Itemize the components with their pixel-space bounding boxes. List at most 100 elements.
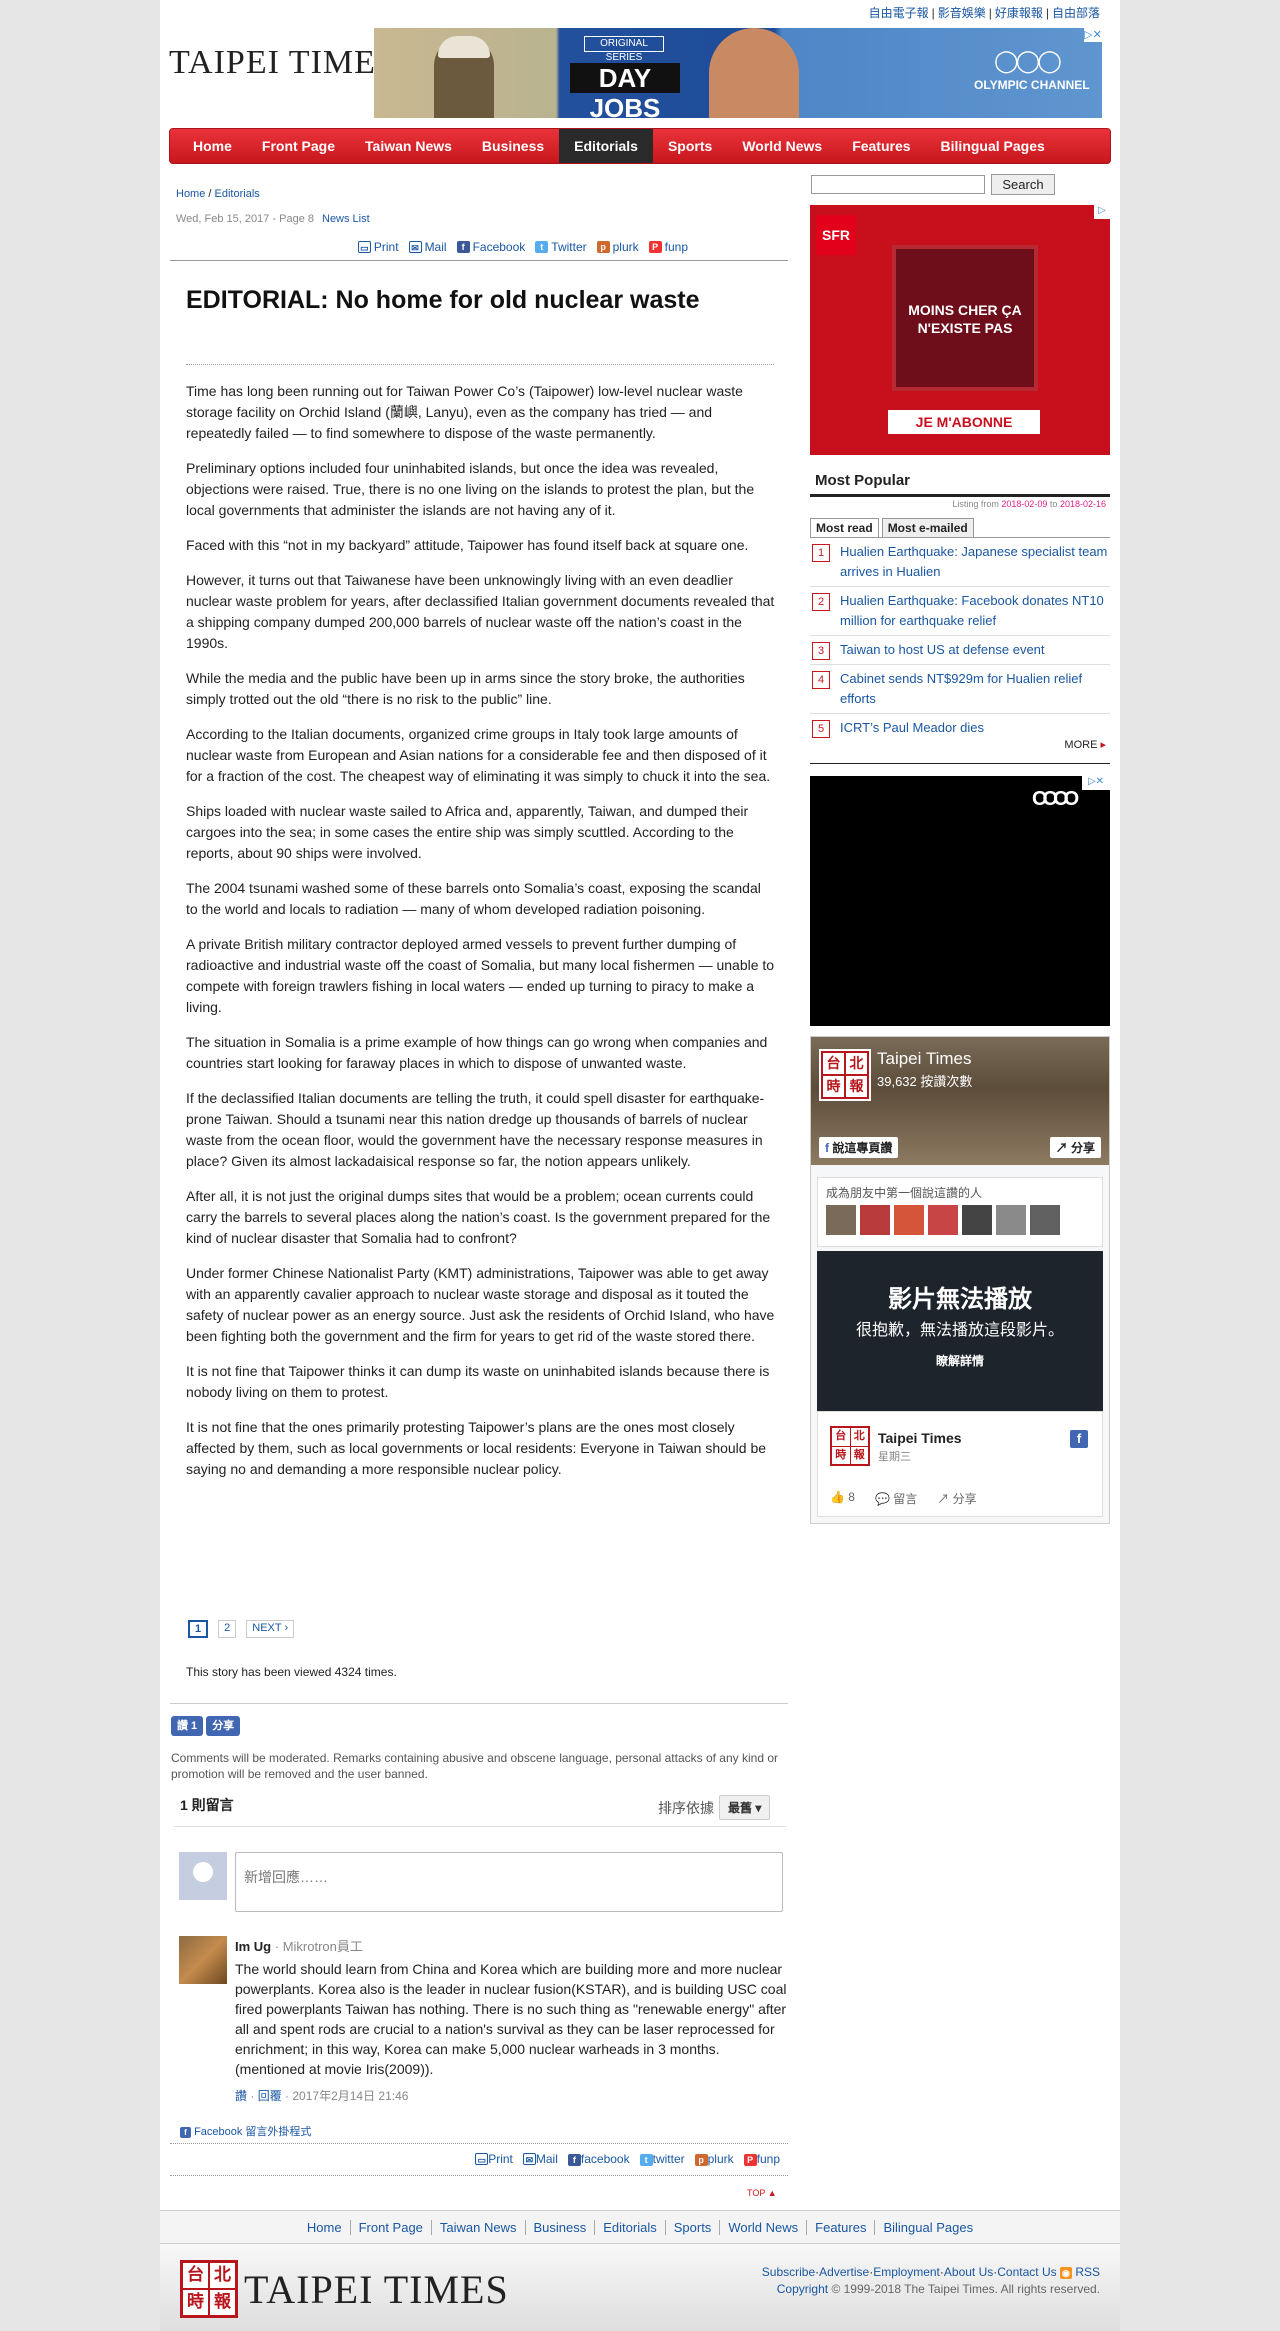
avatar[interactable] [826, 1205, 856, 1235]
fb-video[interactable]: 影片無法播放 很抱歉，無法播放這段影片。 瞭解詳情 [817, 1251, 1103, 1411]
footer-logo[interactable]: 台北時報 TAIPEI TIMES [180, 2260, 509, 2318]
ad-choices-icon[interactable]: ▷✕ [1082, 776, 1110, 790]
footer-bilingual-pages[interactable]: Bilingual Pages [875, 2220, 981, 2235]
back-to-top[interactable]: TOP ▲ [747, 2188, 777, 2198]
footer-editorials[interactable]: Editorials [595, 2219, 666, 2235]
popular-link[interactable]: Taiwan to host US at defense event [840, 640, 1045, 660]
footer-front-page[interactable]: Front Page [351, 2219, 432, 2235]
avatar[interactable] [962, 1205, 992, 1235]
ad-choices-icon[interactable]: ▷ [1094, 205, 1110, 219]
avatar[interactable] [996, 1205, 1026, 1235]
next-page[interactable]: NEXT › [246, 1620, 295, 1638]
footer-taiwan-news[interactable]: Taiwan News [432, 2219, 526, 2235]
page-1[interactable]: 1 [188, 1620, 209, 1638]
rss-link[interactable]: RSS [1075, 2265, 1100, 2279]
fb-plugin-label[interactable]: Facebook 留言外掛程式 [194, 2126, 311, 2138]
facebook-icon[interactable]: f [1070, 1430, 1088, 1448]
subscribe-link[interactable]: Subscribe [762, 2265, 815, 2279]
popular-link[interactable]: Hualien Earthquake: Facebook donates NT1… [840, 591, 1110, 631]
commenter-name[interactable]: Im Ug [235, 1939, 271, 1954]
avatar[interactable] [1030, 1205, 1060, 1235]
facebook-link[interactable]: f facebook [567, 2152, 630, 2166]
fb-page-share-button[interactable]: ↗ 分享 [1049, 1137, 1101, 1158]
video-learn-more[interactable]: 瞭解詳情 [817, 1352, 1103, 1369]
copyright-link[interactable]: Copyright [777, 2282, 828, 2296]
commenter-avatar[interactable] [179, 1936, 227, 1984]
avatar[interactable] [928, 1205, 958, 1235]
audi-ad[interactable]: ▷✕ OOOO [810, 776, 1110, 1026]
plurk-link[interactable]: p plurk [694, 2152, 734, 2166]
fb-post-comment[interactable]: 💬 留言 [875, 1490, 917, 1507]
ad-subscribe-button[interactable]: JE M'ABONNE [888, 410, 1040, 434]
employment-link[interactable]: Employment [873, 2265, 940, 2279]
banner-ad[interactable]: ORIGINAL SERIES DAY JOBS ◯◯◯ OLYMPIC CHA… [374, 28, 1102, 118]
nav-features[interactable]: Features [837, 129, 925, 163]
toplink-deals[interactable]: 好康報報 [995, 6, 1043, 20]
funp-link[interactable]: Pfunp [743, 2152, 780, 2166]
print-link[interactable]: ▭ Print [475, 2152, 513, 2166]
news-list-link[interactable]: News List [322, 213, 370, 225]
funp-link[interactable]: Pfunp [648, 240, 688, 254]
mail-link[interactable]: ✉ Mail [408, 240, 447, 254]
plurk-link[interactable]: p plurk [596, 240, 639, 254]
footer-features[interactable]: Features [807, 2219, 876, 2235]
mail-link[interactable]: ✉ Mail [522, 2152, 558, 2166]
comment-reply-link[interactable]: 回覆 [258, 2089, 282, 2103]
nav-front-page[interactable]: Front Page [247, 129, 350, 163]
fb-post-share[interactable]: ↗ 分享 [937, 1490, 976, 1507]
nav-editorials[interactable]: Editorials [559, 129, 653, 163]
twitter-link[interactable]: t Twitter [535, 240, 587, 254]
fb-share-button[interactable]: 分享 [206, 1716, 241, 1736]
breadcrumb-section[interactable]: Editorials [215, 188, 260, 200]
nav-taiwan-news[interactable]: Taiwan News [350, 129, 467, 163]
fb-cover[interactable]: 台北時報 Taipei Times 39,632 按讚次數 f 說這專頁讚 ↗ … [811, 1037, 1109, 1165]
popular-link[interactable]: Hualien Earthquake: Japanese specialist … [840, 542, 1110, 582]
print-link[interactable]: ▭ Print [357, 240, 399, 254]
tab-most-read[interactable]: Most read [810, 518, 879, 537]
avatar[interactable] [894, 1205, 924, 1235]
avatar[interactable] [860, 1205, 890, 1235]
about-link[interactable]: About Us [944, 2265, 993, 2279]
ad-close-icon[interactable]: ▷✕ [1084, 28, 1102, 42]
footer-sports[interactable]: Sports [666, 2219, 721, 2235]
advertise-link[interactable]: Advertise [819, 2265, 869, 2279]
fb-page-name[interactable]: Taipei Times [877, 1049, 971, 1069]
footer-home[interactable]: Home [299, 2219, 351, 2235]
search-button[interactable]: Search [991, 174, 1055, 195]
fb-like-button[interactable]: 讚 1 [171, 1716, 204, 1736]
tab-most-emailed[interactable]: Most e-mailed [881, 518, 974, 537]
fb-page-like-button[interactable]: f 說這專頁讚 [819, 1137, 899, 1158]
footer-world-news[interactable]: World News [720, 2219, 808, 2235]
sfr-ad[interactable]: SFR MOINS CHER ÇA N'EXISTE PAS JE M'ABON… [810, 205, 1110, 455]
facebook-link[interactable]: f Facebook [456, 240, 525, 254]
share-toolbar-bottom: ▭ Print ✉ Mail f facebook t twitter p plurk P… [475, 2152, 780, 2166]
nav-business[interactable]: Business [467, 129, 559, 163]
contact-link[interactable]: Contact Us [997, 2265, 1056, 2279]
comment-like-link[interactable]: 讚 [235, 2089, 247, 2103]
more-link[interactable]: MORE ▸ [1064, 738, 1106, 751]
toplink-ltn[interactable]: 自由電子報 [869, 6, 929, 20]
nav-bilingual-pages[interactable]: Bilingual Pages [926, 129, 1060, 163]
toplink-video[interactable]: 影音娛樂 [938, 6, 986, 20]
popular-link[interactable]: ICRT’s Paul Meador dies [840, 718, 984, 738]
comment-input[interactable]: 新增回應…… [235, 1852, 783, 1912]
breadcrumb-home[interactable]: Home [176, 188, 205, 200]
site-logo[interactable]: TAIPEI TIMES [169, 44, 396, 82]
taipei-times-seal-icon[interactable]: 台北時報 [830, 1426, 870, 1466]
rss-icon[interactable]: ◉ [1059, 2267, 1072, 2279]
nav-home[interactable]: Home [178, 129, 247, 163]
popular-link[interactable]: Cabinet sends NT$929m for Hualien relief… [840, 669, 1110, 709]
page-2[interactable]: 2 [218, 1620, 237, 1638]
fb-plugin-link[interactable]: f Facebook 留言外掛程式 [180, 2123, 311, 2139]
search-input[interactable] [811, 175, 985, 194]
toplink-blog[interactable]: 自由部落 [1052, 6, 1100, 20]
twitter-link[interactable]: t twitter [639, 2152, 685, 2166]
fb-post-date[interactable]: 星期三 [878, 1448, 911, 1464]
paragraph: Faced with this “not in my backyard” att… [186, 537, 749, 553]
footer-business[interactable]: Business [526, 2219, 596, 2235]
sort-dropdown[interactable]: 最舊 ▾ [719, 1795, 771, 1820]
nav-sports[interactable]: Sports [653, 129, 727, 163]
nav-world-news[interactable]: World News [727, 129, 837, 163]
fb-post-like[interactable]: 👍 8 [830, 1490, 855, 1507]
fb-post-name[interactable]: Taipei Times [878, 1430, 962, 1446]
